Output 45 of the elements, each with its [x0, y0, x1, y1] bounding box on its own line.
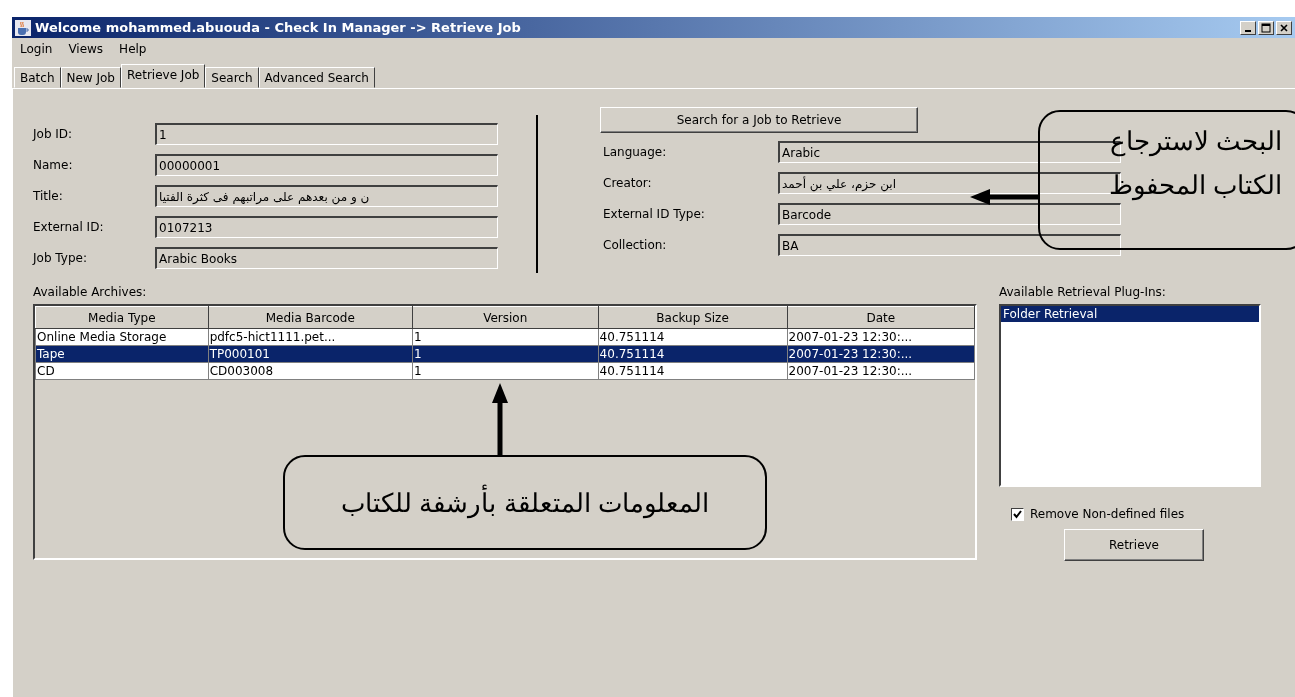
- tab[interactable]: Batch: [14, 67, 61, 88]
- text-field[interactable]: BA: [778, 234, 1121, 256]
- column-header[interactable]: Backup Size: [598, 306, 788, 329]
- field-label: Collection:: [603, 238, 668, 252]
- list-item[interactable]: Folder Retrieval: [1001, 306, 1259, 322]
- text-field[interactable]: 1: [155, 123, 498, 145]
- tab[interactable]: Retrieve Job: [121, 64, 206, 88]
- menu-item[interactable]: Login: [14, 40, 59, 58]
- menu-item[interactable]: Help: [113, 40, 153, 58]
- field-label: External ID:: [33, 220, 105, 234]
- close-icon: [1279, 22, 1289, 33]
- field-label: Title:: [33, 189, 64, 203]
- checkbox[interactable]: [1011, 507, 1024, 521]
- menu-item[interactable]: Views: [62, 40, 110, 58]
- tab[interactable]: New Job: [60, 67, 121, 88]
- column-header[interactable]: Media Type: [35, 306, 209, 329]
- maximize-icon: [1261, 22, 1271, 33]
- tab[interactable]: Search: [205, 67, 259, 88]
- text-field[interactable]: 0107213: [155, 216, 498, 238]
- field-label: Creator:: [603, 176, 653, 190]
- column-header[interactable]: Date: [787, 306, 975, 329]
- text-field[interactable]: Arabic Books: [155, 247, 498, 269]
- column-header[interactable]: Media Barcode: [208, 306, 413, 329]
- column-header[interactable]: Version: [412, 306, 599, 329]
- callout-text: المعلومات المتعلقة بأرشفة للكتاب: [341, 485, 709, 520]
- text-field[interactable]: Barcode: [778, 203, 1121, 225]
- maximize-button[interactable]: [1258, 20, 1274, 35]
- minimize-button[interactable]: [1240, 20, 1256, 35]
- checkbox-label: Remove Non-defined files: [1030, 507, 1185, 521]
- tab[interactable]: Advanced Search: [258, 67, 375, 88]
- field-label: Language:: [603, 145, 668, 159]
- window-title: Welcome mohammed.abuouda - Check In Manager -> Retrieve Job: [35, 20, 521, 35]
- close-button[interactable]: [1276, 20, 1292, 35]
- field-label: External ID Type:: [603, 207, 706, 221]
- plugins-label: Available Retrieval Plug-Ins:: [999, 285, 1167, 301]
- field-label: Job Type:: [33, 251, 88, 265]
- search-job-button[interactable]: Search for a Job to Retrieve: [600, 107, 918, 133]
- minimize-icon: [1245, 29, 1251, 32]
- text-field[interactable]: 00000001: [155, 154, 498, 176]
- retrieve-button[interactable]: Retrieve: [1064, 529, 1204, 561]
- archives-label: Available Archives:: [33, 285, 148, 301]
- field-label: Job ID:: [33, 127, 74, 141]
- text-field[interactable]: ن و من بعدهم على مراتبهم فى كثرة الفتيا: [155, 185, 498, 207]
- coffee-cup-icon: [15, 19, 31, 36]
- field-label: Name:: [33, 158, 74, 172]
